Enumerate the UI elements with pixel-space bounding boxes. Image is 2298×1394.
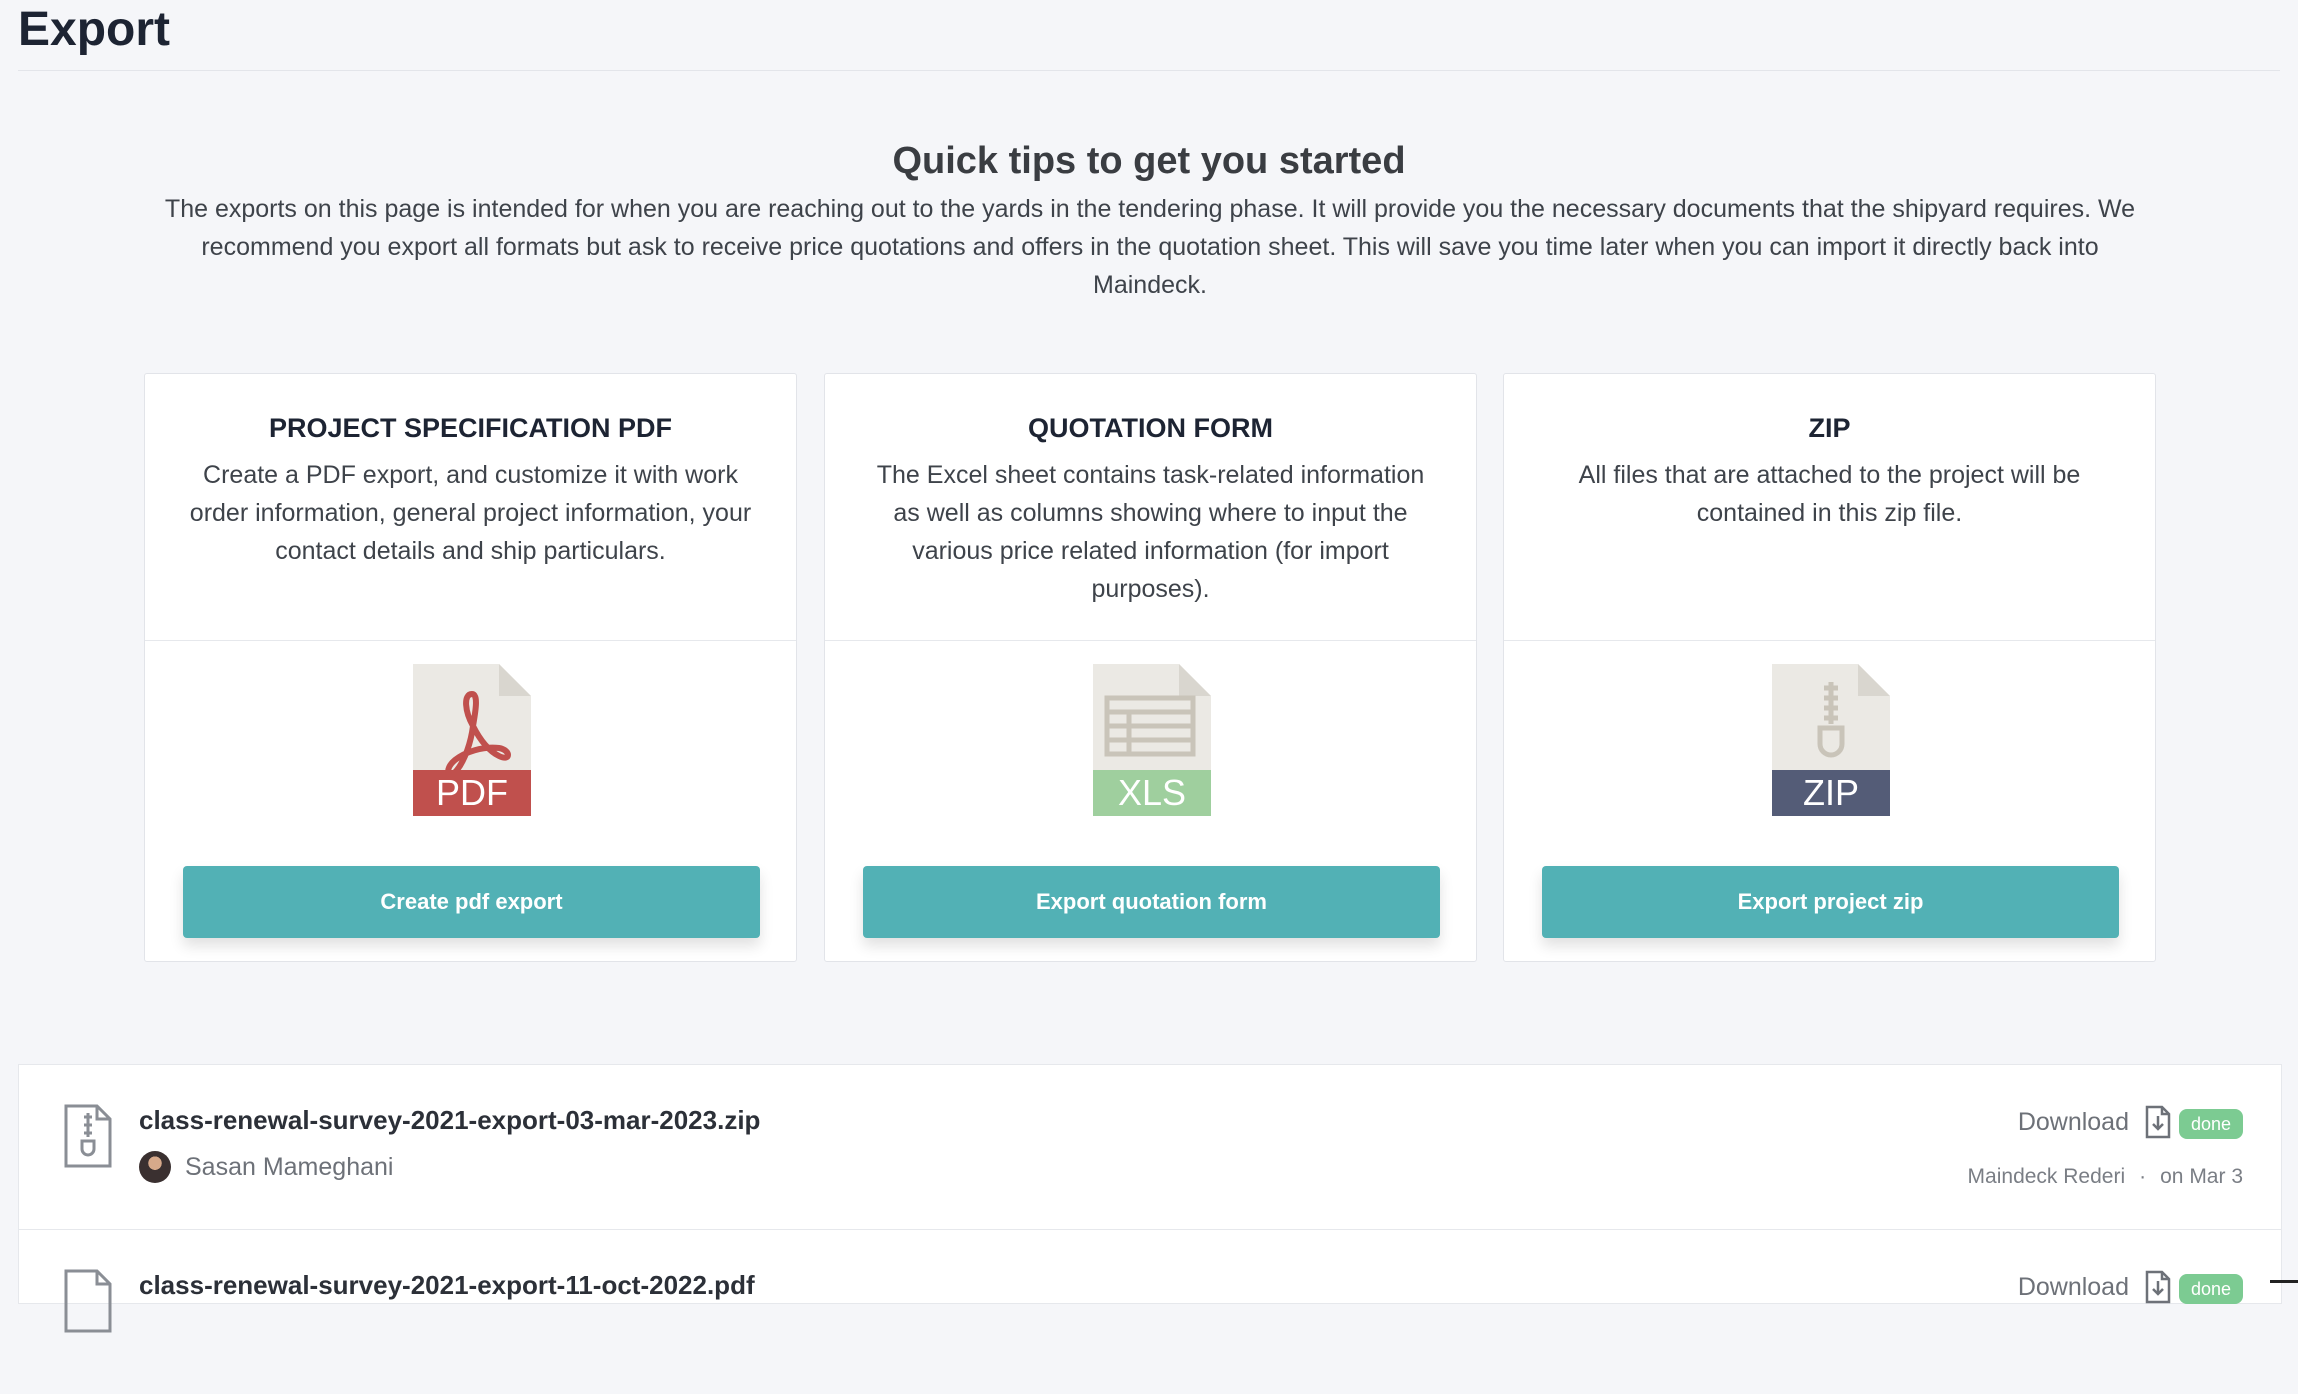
card-title: ZIP — [1808, 413, 1851, 443]
status-badge: done — [2178, 1274, 2243, 1304]
export-author: Sasan Mameghani — [139, 1151, 393, 1183]
card-title: PROJECT SPECIFICATION PDF — [268, 413, 673, 443]
svg-text:ZIP: ZIP — [1803, 772, 1859, 813]
list-item: class-renewal-survey-2021-export-11-oct-… — [19, 1229, 2281, 1394]
tips-heading: Quick tips to get you started — [892, 140, 1406, 182]
card-header: PROJECT SPECIFICATION PDF Create a PDF e… — [145, 374, 796, 641]
status-badge: done — [2178, 1109, 2243, 1139]
company-name: Maindeck Rederi — [1967, 1165, 2126, 1188]
scrollbar-edge — [2270, 1280, 2298, 1283]
download-link[interactable]: Download — [2018, 1270, 2171, 1304]
svg-text:PDF: PDF — [436, 772, 508, 813]
download-icon — [2145, 1270, 2171, 1304]
export-filename[interactable]: class-renewal-survey-2021-export-03-mar-… — [139, 1105, 760, 1136]
title-divider — [18, 70, 2280, 71]
card-header: QUOTATION FORM The Excel sheet contains … — [825, 374, 1476, 641]
meta-separator: · — [2139, 1165, 2147, 1188]
page-title: Export — [18, 3, 171, 56]
card-description: The Excel sheet contains task-related in… — [876, 461, 1425, 603]
card-header: ZIP All files that are attached to the p… — [1504, 374, 2155, 641]
export-project-zip-button[interactable]: Export project zip — [1542, 866, 2119, 938]
card-description: All files that are attached to the proje… — [1578, 461, 2081, 527]
create-pdf-export-button[interactable]: Create pdf export — [183, 866, 760, 938]
download-link[interactable]: Download — [2018, 1105, 2171, 1139]
zip-export-card: ZIP All files that are attached to the p… — [1503, 373, 2156, 962]
export-quotation-form-button[interactable]: Export quotation form — [863, 866, 1440, 938]
zip-file-icon — [64, 1104, 112, 1168]
list-item: class-renewal-survey-2021-export-03-mar-… — [19, 1065, 2281, 1229]
zip-file-icon: ZIP — [1772, 664, 1890, 816]
avatar — [139, 1151, 171, 1183]
author-name: Sasan Mameghani — [185, 1152, 394, 1181]
card-title: QUOTATION FORM — [1028, 413, 1273, 443]
download-label: Download — [2017, 1272, 2129, 1301]
export-meta: Maindeck Rederi · on Mar 3 — [1968, 1165, 2243, 1189]
svg-text:XLS: XLS — [1118, 772, 1186, 813]
xls-file-icon: XLS — [1093, 664, 1211, 816]
download-icon — [2145, 1105, 2171, 1139]
export-history-list: class-renewal-survey-2021-export-03-mar-… — [18, 1064, 2282, 1333]
pdf-export-card: PROJECT SPECIFICATION PDF Create a PDF e… — [144, 373, 797, 962]
card-description: Create a PDF export, and customize it wi… — [189, 461, 752, 565]
download-label: Download — [2017, 1107, 2129, 1136]
export-date: on Mar 3 — [2160, 1165, 2243, 1188]
quotation-form-card: QUOTATION FORM The Excel sheet contains … — [824, 373, 1477, 962]
file-icon — [64, 1269, 112, 1333]
tips-text: The exports on this page is intended for… — [164, 195, 2136, 299]
pdf-file-icon: PDF — [413, 664, 531, 816]
